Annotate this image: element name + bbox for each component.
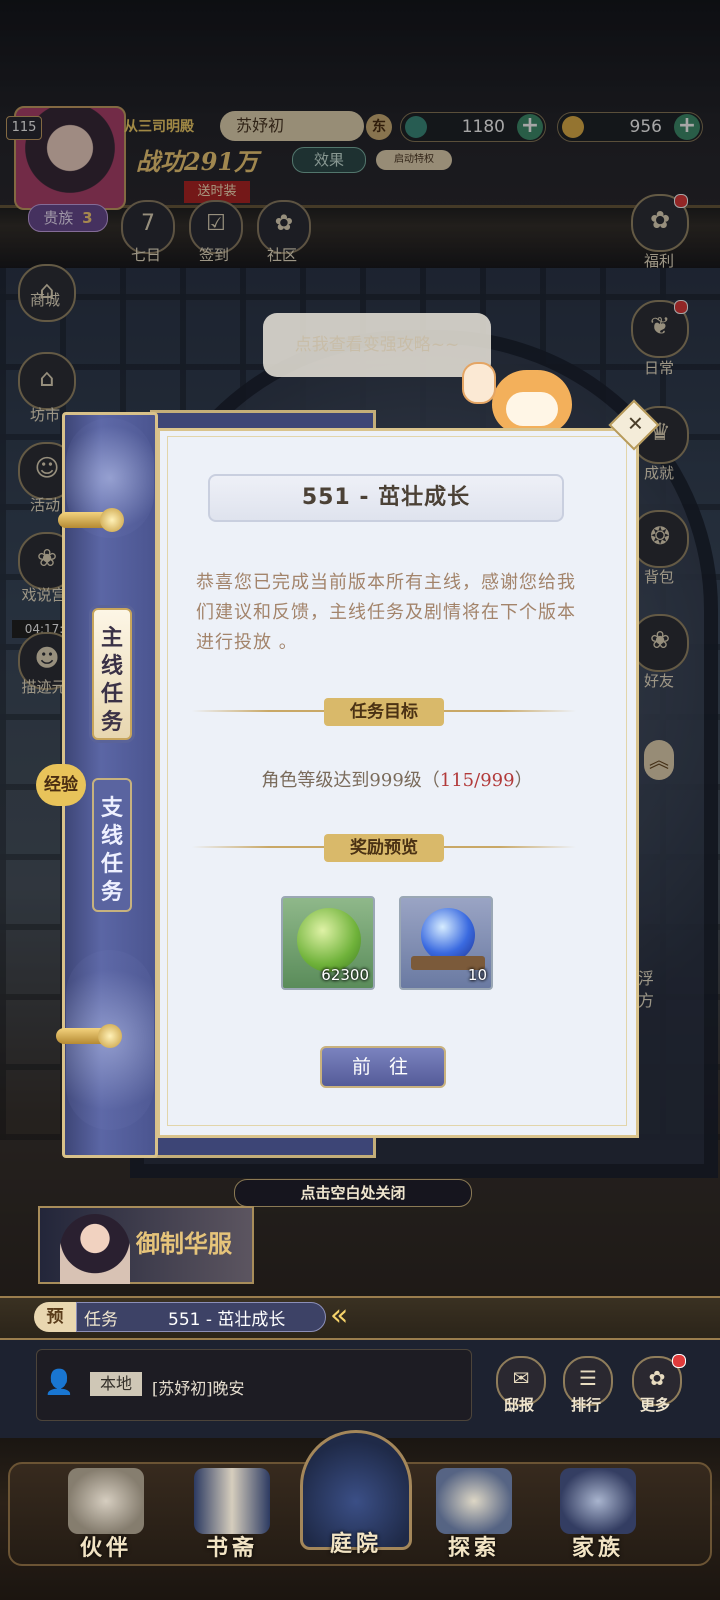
cat-mascot[interactable] (462, 362, 582, 438)
nav-partner[interactable]: 伙伴 (46, 1468, 166, 1578)
promo-text: 御制华服 (136, 1229, 232, 1258)
exp-badge: 经验 (36, 764, 86, 806)
more-label: 更多 (639, 1396, 670, 1414)
explore-brush-icon (436, 1468, 512, 1534)
task-type-label: 任务 (84, 1310, 118, 1330)
chat-channel: 本地 (90, 1372, 142, 1396)
nav-explore[interactable]: 探索 (414, 1468, 534, 1578)
task-preview-tag: 预 (34, 1302, 76, 1332)
chat-user-icon[interactable]: 👤 (44, 1368, 74, 1398)
family-pavilion-icon (560, 1468, 636, 1534)
ranking-icon: ☰ (579, 1366, 597, 1390)
chat-message: [苏妤初]晚安 (152, 1379, 245, 1398)
quest-description: 恭喜您已完成当前版本所有主线，感谢您给我们建议和反馈，主线任务及剧情将在下个版本… (196, 572, 576, 653)
nav-family[interactable]: 家族 (538, 1468, 658, 1578)
nav-study-label: 书斋 (205, 1535, 258, 1561)
reward-count-2: 10 (467, 966, 487, 984)
goal-text: 角色等级达到999级（115/999） (167, 766, 627, 792)
cat-face (506, 392, 558, 426)
books-study-icon (194, 1468, 270, 1534)
teapot-partner-icon (68, 1468, 144, 1534)
reward-header: 奖励预览 (324, 834, 444, 862)
costume-promo-banner[interactable]: 御制华服 (38, 1206, 254, 1284)
scroll-rod-top (58, 508, 124, 532)
task-arrow-icon[interactable]: « (330, 1298, 384, 1334)
mail-report-icon: ✉ (512, 1366, 530, 1390)
tap-to-close-hint[interactable]: 点击空白处关闭 (234, 1179, 472, 1207)
more-flower-icon: ✿ (648, 1366, 666, 1390)
quest-title: 551 - 茁壮成长 (208, 474, 564, 522)
nav-explore-label: 探索 (447, 1535, 500, 1561)
goal-suffix: ） (514, 770, 533, 791)
goal-label: 角色等级达到999级（ (261, 770, 440, 791)
nav-courtyard-label: 庭院 (329, 1531, 382, 1557)
reward-item-1[interactable]: 62300 (281, 896, 375, 990)
goal-header: 任务目标 (324, 698, 444, 726)
nav-study[interactable]: 书斋 (172, 1468, 292, 1578)
mail-report-label: 邸报 (503, 1396, 534, 1414)
more-notification-dot (672, 1354, 686, 1368)
tab-side-quest[interactable]: 支线 任务 (92, 778, 132, 912)
tab-main-quest[interactable]: 主线 任务 (92, 608, 132, 740)
goal-progress: 115/999 (439, 770, 515, 791)
reward-item-2[interactable]: 10 (399, 896, 493, 990)
scroll-rod-bottom (56, 1024, 122, 1048)
nav-partner-label: 伙伴 (79, 1535, 132, 1561)
close-icon: ✕ (627, 411, 644, 436)
promo-portrait (60, 1214, 130, 1284)
go-button[interactable]: 前 往 (320, 1046, 446, 1088)
nav-family-label: 家族 (571, 1535, 624, 1561)
nav-courtyard[interactable]: 庭院 (300, 1430, 412, 1580)
strategy-tip-bubble[interactable]: 点我查看变强攻略~~ (263, 313, 491, 377)
reward-count-1: 62300 (321, 966, 369, 984)
blue-crystal-ball-icon (421, 908, 475, 962)
cat-paw (462, 362, 496, 404)
green-leaf-orb-icon (297, 908, 361, 972)
task-name: 551 - 茁壮成长 (168, 1310, 286, 1330)
ranking-label: 排行 (570, 1396, 601, 1414)
